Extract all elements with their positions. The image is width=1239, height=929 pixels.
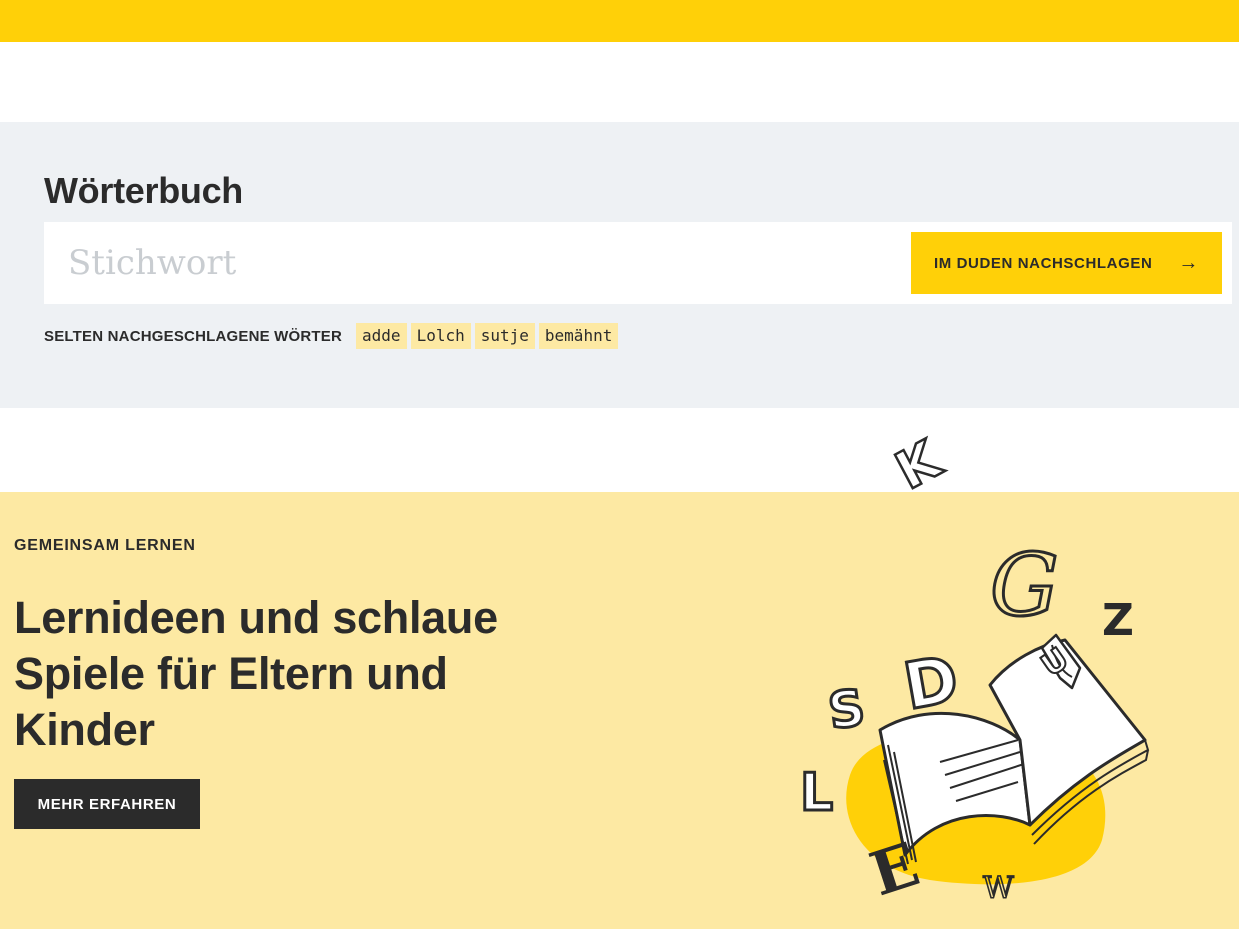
dictionary-title: Wörterbuch [44,170,243,211]
learn-more-button[interactable]: MEHR ERFAHREN [14,779,200,829]
letter-l-icon: L [800,763,833,823]
rare-word-link[interactable]: adde [356,323,407,349]
arrow-right-icon: → [1178,252,1200,274]
letter-k-icon: K [886,430,951,502]
top-brand-bar [0,0,1239,42]
open-book-illustration: K G Z D S U L E W [799,430,1150,910]
letter-d-icon: D [899,643,964,725]
rare-words-label: SELTEN NACHGESCHLAGENE WÖRTER [44,327,343,345]
learn-kicker: GEMEINSAM LERNEN [14,537,196,554]
rare-words-row: SELTEN NACHGESCHLAGENE WÖRTER adde Lolch… [44,322,622,350]
rare-word-link[interactable]: sutje [474,323,535,349]
letter-z-icon: Z [1102,595,1134,646]
search-input[interactable] [68,236,888,290]
search-submit-label: IM DUDEN NACHSCHLAGEN [933,254,1153,272]
search-submit-button[interactable]: IM DUDEN NACHSCHLAGEN → [911,232,1222,294]
letter-g-icon: G [990,536,1059,636]
letter-s-icon: S [825,678,869,740]
search-box: IM DUDEN NACHSCHLAGEN → [44,222,1232,304]
rare-word-link[interactable]: bemähnt [538,323,619,349]
letter-w-icon: W [983,871,1014,906]
rare-word-link[interactable]: Lolch [410,323,471,349]
learn-heading: Lernideen und schlaue Spiele für Eltern … [14,592,498,755]
